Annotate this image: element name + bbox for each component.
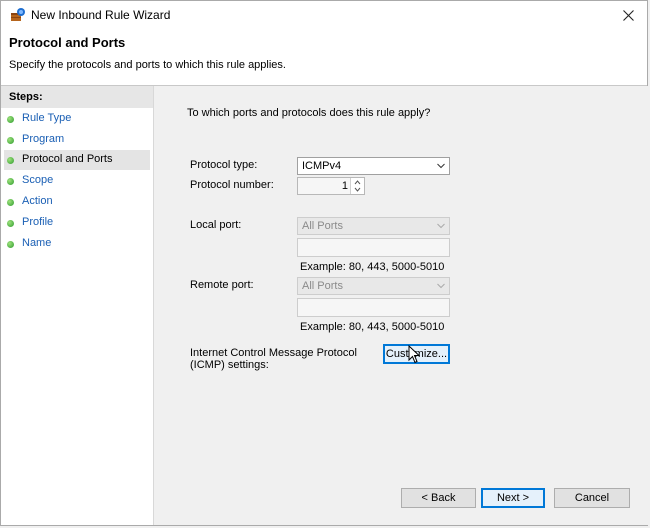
title-bar: New Inbound Rule Wizard: [1, 1, 647, 29]
remote-port-value: All Ports: [302, 280, 343, 292]
remote-port-select[interactable]: All Ports: [297, 277, 450, 295]
firewall-rule-icon: [11, 8, 25, 21]
wizard-window: New Inbound Rule Wizard Protocol and Por…: [0, 0, 648, 526]
mouse-pointer-icon: [408, 345, 420, 364]
step-scope[interactable]: Scope: [4, 171, 150, 191]
page-subtitle: Specify the protocols and ports to which…: [9, 59, 286, 71]
step-label: Scope: [22, 174, 54, 186]
local-port-value: All Ports: [302, 220, 343, 232]
spin-buttons[interactable]: [350, 178, 364, 194]
icmp-settings-label-line1: Internet Control Message Protocol: [190, 347, 357, 359]
icmp-settings-label-line2: (ICMP) settings:: [190, 359, 269, 371]
remote-port-example: Example: 80, 443, 5000-5010: [300, 321, 445, 333]
chevron-down-icon: [437, 283, 445, 289]
step-profile[interactable]: Profile: [4, 213, 150, 233]
step-protocol-and-ports[interactable]: Protocol and Ports: [4, 150, 150, 170]
spin-down-icon: [354, 187, 361, 192]
protocol-type-label: Protocol type:: [190, 159, 258, 171]
protocol-number-stepper[interactable]: 1: [297, 177, 365, 195]
wizard-content: To which ports and protocols does this r…: [154, 86, 648, 525]
local-port-example: Example: 80, 443, 5000-5010: [300, 261, 445, 273]
steps-label: Steps:: [9, 91, 43, 103]
step-pending-icon: [7, 178, 14, 185]
chevron-down-icon: [437, 163, 445, 169]
step-label: Name: [22, 237, 52, 249]
close-button[interactable]: [609, 1, 647, 29]
step-label: Action: [22, 195, 53, 207]
step-label: Rule Type: [22, 112, 72, 124]
protocol-type-value: ICMPv4: [302, 160, 342, 172]
protocol-number-label: Protocol number:: [190, 179, 274, 191]
step-pending-icon: [7, 220, 14, 227]
remote-port-input[interactable]: [297, 298, 450, 317]
back-button[interactable]: < Back: [401, 488, 476, 508]
step-rule-type[interactable]: Rule Type: [4, 109, 150, 129]
local-port-label: Local port:: [190, 219, 242, 231]
step-label: Protocol and Ports: [22, 153, 113, 165]
step-pending-icon: [7, 199, 14, 206]
next-button[interactable]: Next >: [481, 488, 545, 508]
remote-port-label: Remote port:: [190, 279, 254, 291]
step-complete-icon: [7, 116, 14, 123]
window-title: New Inbound Rule Wizard: [31, 8, 171, 22]
step-pending-icon: [7, 241, 14, 248]
steps-sidebar: Steps: Rule Type Program Protocol and Po…: [1, 86, 154, 525]
protocol-type-select[interactable]: ICMPv4: [297, 157, 450, 175]
cancel-button[interactable]: Cancel: [554, 488, 630, 508]
step-current-icon: [7, 157, 14, 164]
protocol-number-value: 1: [341, 180, 348, 192]
step-action[interactable]: Action: [4, 192, 150, 212]
step-label: Program: [22, 133, 65, 145]
step-name[interactable]: Name: [4, 234, 150, 254]
step-label: Profile: [22, 216, 54, 228]
step-program[interactable]: Program: [4, 130, 150, 150]
local-port-select[interactable]: All Ports: [297, 217, 450, 235]
question-text: To which ports and protocols does this r…: [187, 107, 431, 119]
page-title: Protocol and Ports: [9, 35, 126, 50]
chevron-down-icon: [437, 223, 445, 229]
close-icon: [622, 9, 634, 21]
step-complete-icon: [7, 137, 14, 144]
spin-up-icon: [354, 180, 361, 185]
local-port-input[interactable]: [297, 238, 450, 257]
wizard-header: Protocol and Ports Specify the protocols…: [1, 29, 647, 85]
